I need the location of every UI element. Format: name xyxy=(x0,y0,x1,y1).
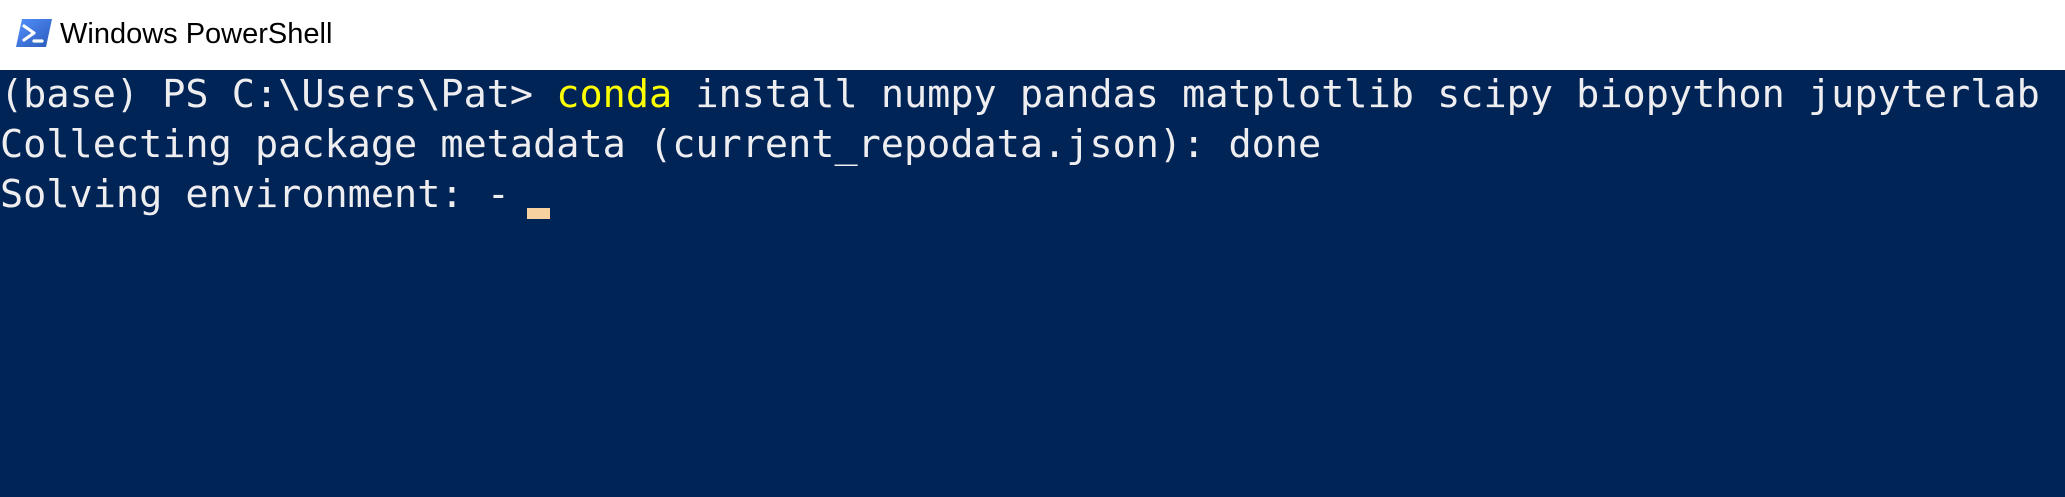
console-line-status: Solving environment: - xyxy=(0,172,534,217)
command-keyword: conda xyxy=(556,72,673,117)
title-bar[interactable]: Windows PowerShell xyxy=(0,0,2065,70)
window-title: Windows PowerShell xyxy=(60,18,333,50)
prompt-text: (base) PS C:\Users\Pat> xyxy=(0,72,557,117)
console-line-command: (base) PS C:\Users\Pat> conda install nu… xyxy=(0,70,2040,120)
console-line-output: Collecting package metadata (current_rep… xyxy=(0,122,1322,167)
console-area[interactable]: (base) PS C:\Users\Pat> conda install nu… xyxy=(0,70,2065,497)
command-arguments: install numpy pandas matplotlib scipy bi… xyxy=(672,72,2040,117)
powershell-icon xyxy=(15,18,53,48)
powershell-window: Windows PowerShell (base) PS C:\Users\Pa… xyxy=(0,0,2065,497)
text-cursor xyxy=(527,208,550,219)
